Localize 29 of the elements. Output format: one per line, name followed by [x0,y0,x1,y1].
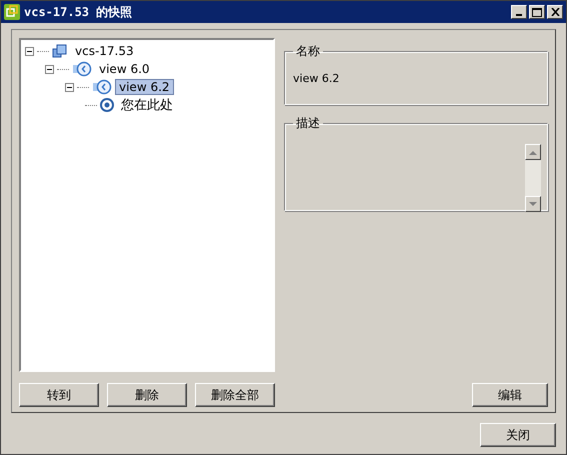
tree-item[interactable]: view 6.0 [95,61,154,77]
down-arrow-icon [529,202,537,206]
action-button[interactable]: 转到 [19,383,99,407]
action-button[interactable]: 删除全部 [195,383,275,407]
scrollbar[interactable] [525,144,541,212]
maximize-button[interactable] [529,5,545,19]
window-title: vcs-17.53 的快照 [24,4,134,20]
edit-button[interactable]: 编辑 [472,383,548,407]
close-icon [550,8,560,16]
app-logo-icon [4,4,20,20]
close-button[interactable] [547,5,563,19]
group-title: 描述 [295,115,321,132]
close-dialog-button[interactable]: 关闭 [480,423,556,447]
collapse-toggle[interactable] [45,64,54,74]
action-button[interactable]: 删除 [107,383,187,407]
clock-icon [92,79,112,95]
tree-item[interactable]: vcs-17.53 [71,43,138,59]
group-title: 名称 [295,43,321,60]
collapse-toggle[interactable] [65,82,74,92]
name-value: view 6.2 [293,72,340,85]
collapse-toggle[interactable] [25,46,34,56]
tree-item[interactable]: view 6.2 [115,79,174,95]
maximize-icon [532,8,542,16]
clock-icon [72,61,92,77]
server-icon [52,43,68,59]
target-icon [100,98,114,112]
minimize-button[interactable] [511,5,527,19]
up-arrow-icon [529,150,537,154]
tree-item[interactable]: 您在此处 [117,95,177,115]
